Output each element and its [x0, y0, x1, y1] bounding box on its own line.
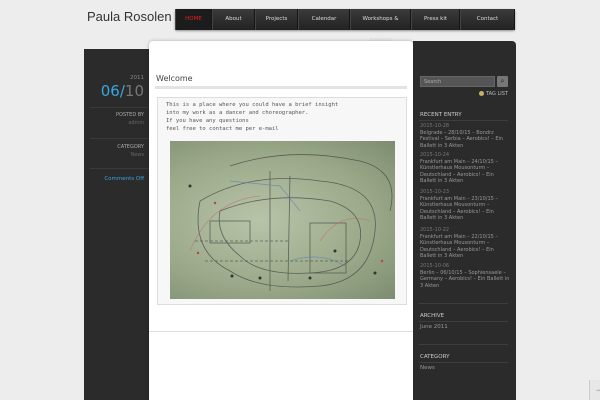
- tag-list-link[interactable]: TAG LIST: [479, 91, 508, 97]
- post-date: 06/10: [101, 82, 144, 100]
- post-year: 2011: [130, 75, 144, 81]
- tag-icon: [479, 91, 484, 96]
- category-item[interactable]: News: [420, 365, 435, 371]
- recent-entry-text[interactable]: Berlin – 06/10/15 – Sophiensaele – Germa…: [420, 270, 510, 290]
- main-navigation: HOME About Projects Calendar Workshops &…: [175, 9, 515, 43]
- meta-divider: [90, 138, 150, 139]
- drawing-sketch: [188, 154, 393, 291]
- post-category[interactable]: News: [130, 152, 144, 158]
- recent-entry-text[interactable]: Frankfurt am Main – 24/10/15 – Künstlerh…: [420, 159, 510, 185]
- content-end-rule: [149, 331, 413, 332]
- widget-rule: [419, 321, 508, 322]
- post-month: 10: [124, 82, 144, 100]
- nav-about[interactable]: About: [212, 9, 255, 30]
- archive-title: ARCHIVE: [420, 313, 445, 319]
- widget-rule: [419, 362, 508, 363]
- widget-rule: [419, 303, 508, 304]
- recent-entry-text[interactable]: Frankfurt am Main – 22/10/15 – Künstlerh…: [420, 234, 510, 260]
- nav-contact[interactable]: Contact: [460, 9, 515, 30]
- scroll-top-button[interactable]: ↑: [589, 380, 600, 400]
- post-text-line: This is a place where you could have a b…: [166, 102, 339, 108]
- category-widget-title: CATEGORY: [420, 354, 450, 360]
- widget-rule: [419, 344, 508, 345]
- nav-home[interactable]: HOME: [175, 9, 212, 30]
- post-day: 06: [100, 82, 120, 100]
- recent-entry[interactable]: 2015-10-06 Berlin – 06/10/15 – Sophiensa…: [420, 263, 510, 289]
- post-title[interactable]: Welcome: [156, 74, 193, 83]
- post-meta-column: 2011 06/10 POSTED BY admin CATEGORY News…: [84, 49, 150, 400]
- recent-entry[interactable]: 2015-10-22 Frankfurt am Main – 22/10/15 …: [420, 227, 510, 260]
- choreography-drawing-image: [170, 141, 395, 299]
- sidebar: Search ⌕ TAG LIST RECENT ENTRY 2015-10-2…: [413, 41, 516, 400]
- nav-calendar[interactable]: Calendar: [298, 9, 350, 30]
- archive-item[interactable]: June 2011: [420, 324, 448, 330]
- posted-by-label: POSTED BY: [116, 112, 144, 118]
- nav-press-kit[interactable]: Press kit: [411, 9, 460, 30]
- widget-rule: [419, 120, 508, 121]
- post-body: This is a place where you could have a b…: [157, 97, 407, 305]
- meta-divider: [90, 168, 150, 169]
- nav-workshops[interactable]: Workshops & training: [350, 9, 411, 43]
- post-text-line: feel free to contact me per e-mail: [166, 126, 279, 132]
- recent-entry[interactable]: 2015-10-24 Frankfurt am Main – 24/10/15 …: [420, 152, 510, 185]
- main-content: Welcome This is a place where you could …: [149, 41, 413, 400]
- tag-list-label: TAG LIST: [486, 91, 508, 97]
- post-author[interactable]: admin: [128, 120, 144, 126]
- recent-entry-text[interactable]: Frankfurt am Main – 23/10/15 – Künstlerh…: [420, 196, 510, 222]
- search-icon[interactable]: ⌕: [497, 76, 508, 87]
- post-text-line: into my work as a dancer and choreograph…: [166, 110, 309, 116]
- category-label: CATEGORY: [117, 144, 144, 150]
- comments-link[interactable]: Comments Off: [104, 176, 144, 182]
- search-input[interactable]: Search: [420, 76, 495, 87]
- recent-entry-text[interactable]: Belgrade – 28/10/15 – Bondrz Festival – …: [420, 130, 510, 150]
- site-title[interactable]: Paula Rosolen: [87, 9, 172, 24]
- recent-entry[interactable]: 2015-10-23 Frankfurt am Main – 23/10/15 …: [420, 189, 510, 222]
- nav-projects[interactable]: Projects: [255, 9, 298, 30]
- recent-entry-title: RECENT ENTRY: [420, 112, 462, 118]
- recent-entry[interactable]: 2015-10-28 Belgrade – 28/10/15 – Bondrz …: [420, 123, 510, 149]
- post-text-line: If you have any questions: [166, 118, 249, 124]
- meta-divider: [90, 107, 150, 108]
- title-rule: [155, 86, 407, 89]
